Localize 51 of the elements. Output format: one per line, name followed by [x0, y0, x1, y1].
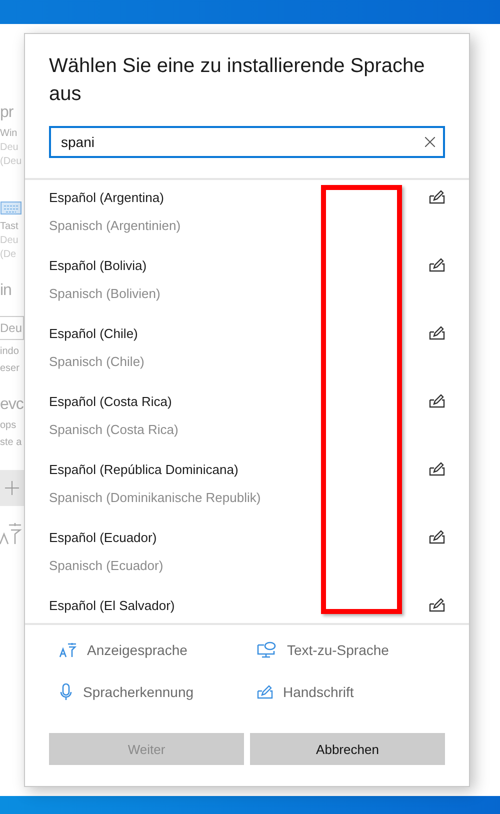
language-translation: Spanisch (Ecuador) — [49, 558, 164, 574]
background-text: ste a — [0, 437, 23, 448]
background-text: indo — [0, 346, 20, 357]
search-field[interactable]: spani — [49, 126, 445, 158]
handwriting-icon — [429, 258, 445, 272]
language-item[interactable]: Español (Chile) Spanisch (Chile) — [25, 316, 469, 384]
cancel-button[interactable]: Abbrechen — [250, 733, 445, 765]
clear-icon[interactable] — [425, 137, 435, 147]
dialog-title: Wählen Sie eine zu installierende Sprache aus — [48, 54, 426, 107]
language-translation: Spanisch (Costa Rica) — [49, 422, 178, 438]
microphone-icon — [59, 683, 73, 701]
language-name: Español (República Dominicana) — [49, 462, 238, 478]
language-item[interactable]: Español (Ecuador) Spanisch (Ecuador) — [25, 520, 469, 588]
feature-label: Handschrift — [283, 684, 354, 700]
language-translation: Spanisch (Dominikanische Republik) — [49, 490, 261, 506]
background-text: eser — [0, 363, 20, 374]
handwriting-icon — [429, 598, 445, 612]
language-name: Español (Bolivia) — [49, 258, 147, 274]
language-item[interactable]: Español (Argentina) Spanisch (Argentinien) — [25, 180, 469, 248]
language-item[interactable]: Español (Costa Rica) Spanisch (Costa Rica) — [25, 384, 469, 452]
keyboard-icon — [0, 201, 22, 215]
language-name: Español (El Salvador) — [49, 598, 175, 614]
handwriting-icon — [429, 190, 445, 204]
background-text: pr — [0, 104, 14, 122]
background-text: evc — [0, 396, 24, 414]
language-translation: Spanisch (Bolivien) — [49, 286, 160, 302]
language-name: Español (Costa Rica) — [49, 394, 172, 410]
handwriting-icon — [429, 326, 445, 340]
language-translation: Spanisch (Chile) — [49, 354, 144, 370]
language-name: Español (Argentina) — [49, 190, 164, 206]
handwriting-icon — [429, 394, 445, 408]
feature-label: Text-zu-Sprache — [287, 642, 389, 658]
language-item[interactable]: Español (El Salvador) — [25, 588, 469, 623]
language-item[interactable]: Español (República Dominicana) Spanisch (Dominikanische Republik) — [25, 452, 469, 520]
language-icon — [59, 642, 77, 658]
background-text: in — [0, 282, 12, 300]
handwriting-icon — [429, 462, 445, 476]
background-text: Win — [0, 128, 18, 139]
background-text: ops — [0, 420, 18, 431]
language-translation: Spanisch (Argentinien) — [49, 218, 181, 234]
plus-icon — [5, 481, 19, 495]
background-text: Tast — [0, 221, 20, 232]
feature-label: Spracherkennung — [83, 684, 194, 700]
language-icon — [0, 522, 22, 546]
language-name: Español (Ecuador) — [49, 530, 157, 546]
language-item[interactable]: Español (Bolivia) Spanisch (Bolivien) — [25, 248, 469, 316]
feature-label: Anzeigesprache — [87, 642, 188, 658]
language-name: Español (Chile) — [49, 326, 138, 342]
handwriting-icon — [429, 530, 445, 544]
monitor-speech-icon — [257, 641, 277, 659]
handwriting-icon — [257, 685, 273, 699]
